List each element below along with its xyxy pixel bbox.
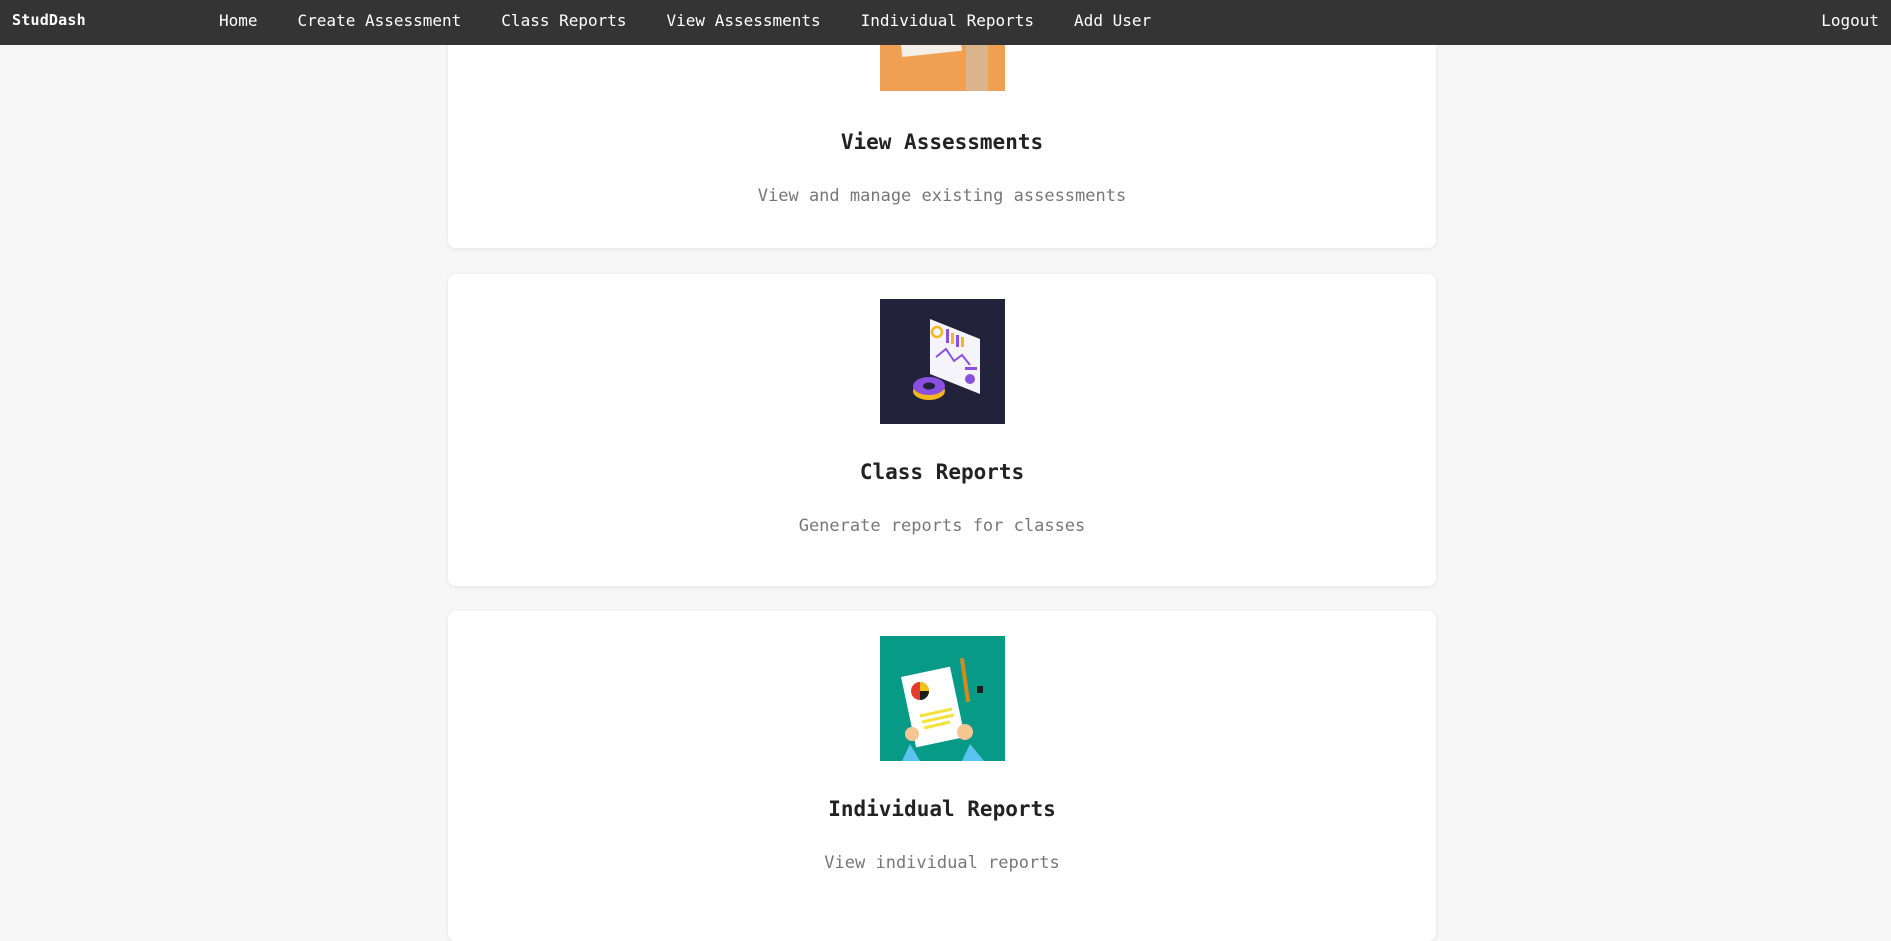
card-title: Individual Reports (828, 797, 1056, 821)
card-individual-reports[interactable]: Individual Reports View individual repor… (448, 611, 1436, 941)
top-navbar: StudDash Home Create Assessment Class Re… (0, 0, 1891, 45)
nav-link-class-reports[interactable]: Class Reports (501, 11, 626, 30)
nav-link-add-user[interactable]: Add User (1074, 11, 1151, 30)
card-description: Generate reports for classes (798, 516, 1086, 536)
card-description: View and manage existing assessments (757, 186, 1127, 206)
card-class-reports[interactable]: Class Reports Generate reports for class… (448, 274, 1436, 586)
nav-links: Home Create Assessment Class Reports Vie… (219, 11, 1191, 30)
card-title: View Assessments (840, 130, 1044, 154)
nav-link-individual-reports[interactable]: Individual Reports (861, 11, 1034, 30)
logout-link[interactable]: Logout (1821, 11, 1879, 30)
report-document-illustration-icon (880, 636, 1005, 761)
nav-link-create-assessment[interactable]: Create Assessment (298, 11, 462, 30)
card-description: View individual reports (824, 853, 1060, 873)
nav-link-home[interactable]: Home (219, 11, 258, 30)
card-title: Class Reports (859, 460, 1025, 484)
nav-link-view-assessments[interactable]: View Assessments (667, 11, 821, 30)
dashboard-charts-illustration-icon (880, 299, 1005, 424)
brand-logo[interactable]: StudDash (12, 11, 86, 29)
